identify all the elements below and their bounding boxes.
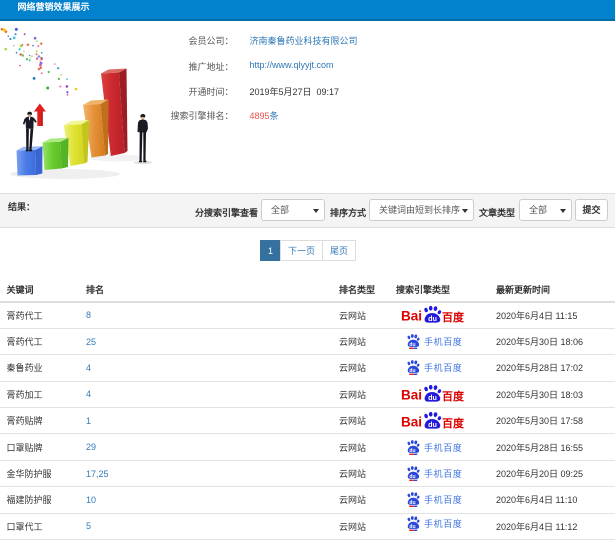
svg-text:百度: 百度 (442, 416, 465, 430)
svg-text:du: du (428, 420, 437, 429)
svg-text:du: du (409, 523, 415, 529)
svg-text:百度: 百度 (442, 389, 465, 403)
svg-text:du: du (428, 315, 437, 324)
svg-text:du: du (428, 394, 437, 403)
svg-text:Bai: Bai (401, 309, 422, 324)
svg-text:百度: 百度 (442, 310, 465, 324)
svg-text:du: du (409, 368, 415, 374)
svg-text:Bai: Bai (401, 388, 422, 403)
svg-text:du: du (409, 500, 415, 506)
svg-text:du: du (409, 447, 415, 453)
svg-text:du: du (409, 474, 415, 480)
svg-text:Bai: Bai (401, 414, 422, 429)
svg-text:du: du (409, 342, 415, 348)
